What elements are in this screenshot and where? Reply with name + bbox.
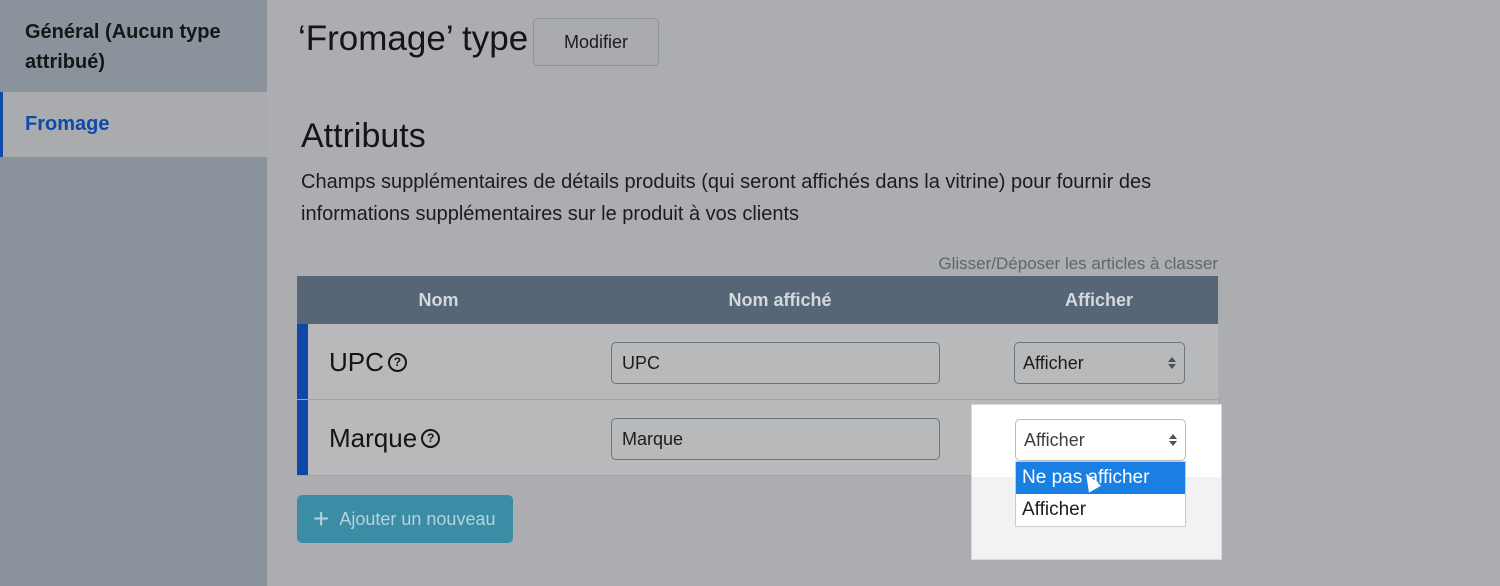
page-title: ‘Fromage’ type [298,19,529,58]
column-header-name: Nom [418,290,459,310]
option-show[interactable]: Afficher [1016,494,1185,526]
question-circle-icon[interactable]: ? [421,428,441,448]
select-arrows-icon [1169,434,1177,446]
column-header-display-name: Nom affiché [728,290,832,310]
attribute-name: UPC ? [329,324,407,400]
add-new-button[interactable]: + Ajouter un nouveau [297,495,513,543]
section-description: Champs supplémentaires de détails produi… [301,171,1152,225]
show-select-value: Afficher [1024,430,1085,450]
dropdown-options: Ne pas afficher Afficher [1015,461,1186,527]
select-arrows-icon [1168,357,1176,369]
column-header-show: Afficher [1064,290,1133,310]
drag-handle[interactable] [297,400,308,475]
section-title: Attributs [301,117,426,155]
drag-hint: Glisser/Déposer les articles à classer [938,254,1218,273]
show-select-value: Afficher [1023,353,1084,373]
option-hide[interactable]: Ne pas afficher [1016,462,1185,494]
show-select-open[interactable]: Afficher [1015,419,1186,461]
plus-icon: + [313,503,330,534]
modify-button[interactable]: Modifier [533,18,659,66]
attribute-name-label: UPC [329,347,384,377]
sidebar-item-general[interactable]: Général (Aucun type attribué) [0,0,267,92]
attribute-name: Marque ? [329,400,441,476]
question-circle-icon[interactable]: ? [387,352,407,372]
drag-handle[interactable] [297,324,308,399]
show-select[interactable]: Afficher [1014,342,1185,384]
sidebar-item-fromage[interactable]: Fromage [0,92,267,157]
table-header: Nom Nom affiché Afficher [297,276,1218,324]
add-new-label: Ajouter un nouveau [339,508,496,529]
sidebar: Général (Aucun type attribué) Fromage [0,0,267,586]
display-name-input[interactable]: Marque [611,418,940,460]
display-name-input[interactable]: UPC [611,342,940,384]
attribute-name-label: Marque [329,423,418,453]
table-row[interactable]: UPC ? UPC Afficher [297,324,1218,400]
